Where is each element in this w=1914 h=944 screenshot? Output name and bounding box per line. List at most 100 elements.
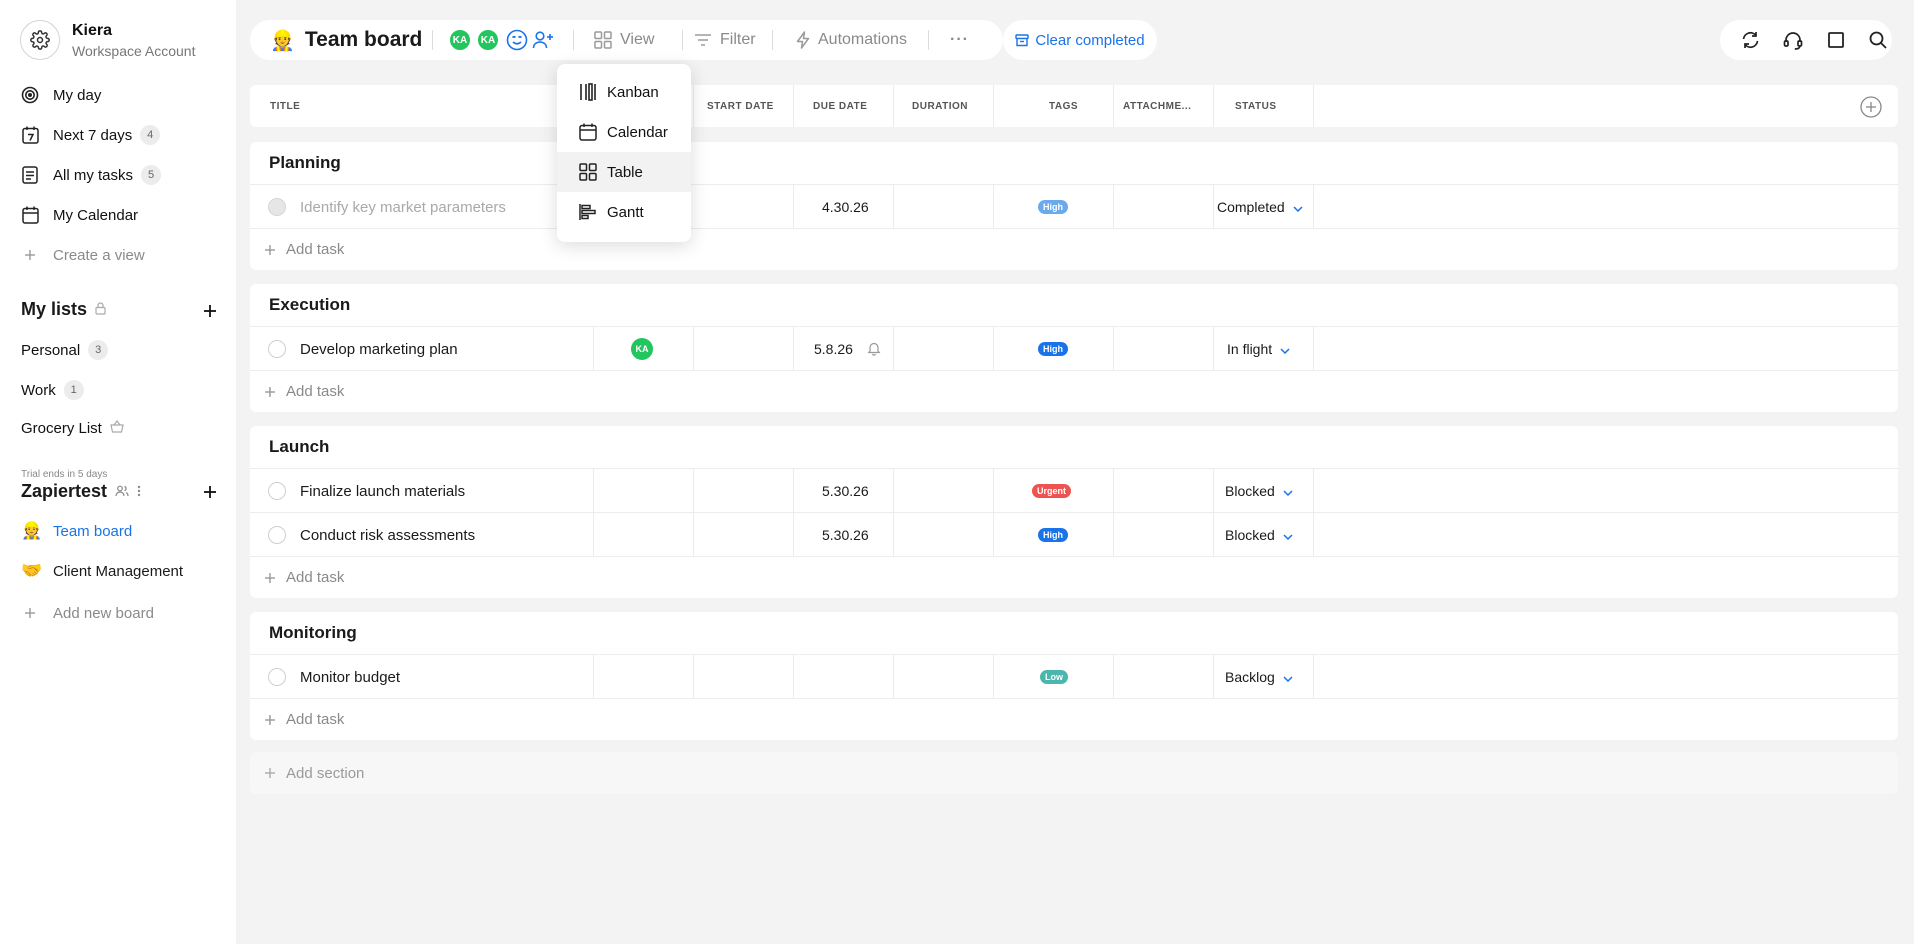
cell-divider	[1313, 469, 1314, 513]
sync-icon[interactable]	[1740, 30, 1760, 50]
tag-badge[interactable]: High	[1038, 528, 1068, 542]
view-option-table[interactable]: Table	[557, 152, 691, 192]
view-option-calendar[interactable]: Calendar	[557, 112, 691, 152]
board-title[interactable]: 👷 Team board	[270, 20, 422, 60]
cell-divider	[793, 513, 794, 557]
task-checkbox[interactable]	[268, 340, 286, 358]
cell-divider	[893, 327, 894, 371]
automations-button[interactable]: Automations	[796, 20, 907, 60]
calendar-7-icon	[21, 126, 39, 144]
due-date[interactable]: 5.30.26	[822, 469, 869, 513]
handshake-emoji-icon: 🤝	[21, 561, 43, 580]
column-header-due-date[interactable]: DUE DATE	[813, 85, 867, 127]
task-checkbox[interactable]	[268, 668, 286, 686]
members-icon[interactable]	[115, 481, 129, 502]
more-vertical-icon[interactable]	[137, 481, 141, 502]
board-item-client-management[interactable]: 🤝 Client Management	[21, 561, 183, 581]
filter-icon	[694, 33, 712, 47]
nav-all-my-tasks[interactable]: All my tasks 5	[21, 163, 162, 187]
view-button[interactable]: View	[594, 20, 654, 60]
add-member-icon[interactable]	[532, 30, 554, 54]
list-item-personal[interactable]: Personal 3	[21, 340, 109, 360]
task-checkbox[interactable]	[268, 198, 286, 216]
cell-divider	[1113, 513, 1114, 557]
task-title[interactable]: Monitor budget	[300, 655, 400, 699]
view-option-gantt[interactable]: Gantt	[557, 192, 691, 232]
task-title[interactable]: Conduct risk assessments	[300, 513, 475, 557]
tag-badge[interactable]: Urgent	[1032, 484, 1071, 498]
view-option-kanban[interactable]: Kanban	[557, 72, 691, 112]
tag-badge[interactable]: Low	[1040, 670, 1068, 684]
divider	[573, 30, 574, 50]
cell-divider	[1313, 655, 1314, 699]
calendar-icon	[579, 123, 597, 141]
assignee-avatar[interactable]: KA	[631, 338, 653, 360]
list-item-grocery[interactable]: Grocery List	[21, 420, 124, 437]
section-title[interactable]: Execution	[269, 284, 350, 326]
fullscreen-icon[interactable]	[1826, 30, 1846, 50]
task-checkbox[interactable]	[268, 482, 286, 500]
nav-next-7-days[interactable]: Next 7 days 4	[21, 123, 161, 147]
table-row[interactable]: Identify key market parameters 4.30.26 H…	[250, 184, 1898, 229]
cell-divider	[1113, 185, 1114, 229]
table-row[interactable]: Finalize launch materials 5.30.26 Urgent…	[250, 468, 1898, 513]
due-date[interactable]: 5.30.26	[822, 513, 869, 557]
due-date[interactable]: 5.8.26	[814, 327, 853, 371]
add-column-icon[interactable]	[1860, 96, 1882, 118]
search-icon[interactable]	[1868, 30, 1888, 50]
tag-badge[interactable]: High	[1038, 200, 1068, 214]
nav-create-view[interactable]: Create a view	[21, 243, 145, 267]
add-board-plus-button[interactable]	[200, 482, 220, 502]
add-task-row[interactable]: Add task	[250, 228, 1898, 270]
task-title[interactable]: Identify key market parameters	[300, 185, 506, 229]
avatar[interactable]: KA	[448, 28, 472, 52]
add-task-row[interactable]: Add task	[250, 370, 1898, 412]
table-row[interactable]: Monitor budget Low Backlog	[250, 654, 1898, 699]
due-date[interactable]: 4.30.26	[822, 185, 869, 229]
column-header-tags[interactable]: TAGS	[1049, 85, 1078, 127]
gear-icon[interactable]	[20, 20, 60, 60]
task-title[interactable]: Finalize launch materials	[300, 469, 465, 513]
add-section-button[interactable]: Add section	[250, 752, 1898, 794]
column-divider	[793, 85, 794, 127]
clear-completed-button[interactable]: Clear completed	[1003, 20, 1157, 60]
cell-divider	[993, 513, 994, 557]
status-dropdown[interactable]: Blocked	[1225, 513, 1293, 557]
nav-my-calendar[interactable]: My Calendar	[21, 203, 138, 227]
task-checkbox[interactable]	[268, 526, 286, 544]
column-header-title[interactable]: TITLE	[270, 85, 300, 127]
status-dropdown[interactable]: Backlog	[1225, 655, 1293, 699]
column-header-status[interactable]: STATUS	[1235, 85, 1277, 127]
add-task-row[interactable]: Add task	[250, 556, 1898, 598]
table-row[interactable]: Develop marketing plan KA 5.8.26 High In…	[250, 326, 1898, 371]
status-dropdown[interactable]: Completed	[1217, 185, 1303, 229]
smiley-group-icon[interactable]	[506, 29, 528, 55]
account-switcher[interactable]: Kiera Workspace Account	[20, 20, 195, 60]
tag-badge[interactable]: High	[1038, 342, 1068, 356]
nav-my-day[interactable]: My day	[21, 83, 101, 107]
more-options-button[interactable]: ···	[950, 20, 969, 60]
section-title[interactable]: Launch	[269, 426, 329, 468]
status-dropdown[interactable]: Blocked	[1225, 469, 1293, 513]
avatar[interactable]: KA	[476, 28, 500, 52]
filter-button[interactable]: Filter	[694, 20, 756, 60]
column-header-start-date[interactable]: START DATE	[707, 85, 774, 127]
list-item-work[interactable]: Work 1	[21, 380, 84, 400]
support-headset-icon[interactable]	[1783, 30, 1803, 50]
add-list-button[interactable]	[200, 301, 220, 321]
bell-icon[interactable]	[867, 341, 881, 360]
column-header-attachments[interactable]: ATTACHME...	[1123, 85, 1191, 127]
section-title[interactable]: Monitoring	[269, 612, 357, 654]
task-title[interactable]: Develop marketing plan	[300, 327, 458, 371]
section-title[interactable]: Planning	[269, 142, 341, 184]
chevron-down-icon	[1280, 341, 1290, 357]
column-header-duration[interactable]: DURATION	[912, 85, 968, 127]
add-task-row[interactable]: Add task	[250, 698, 1898, 740]
status-dropdown[interactable]: In flight	[1227, 327, 1290, 371]
cell-divider	[1213, 469, 1214, 513]
table-row[interactable]: Conduct risk assessments 5.30.26 High Bl…	[250, 512, 1898, 557]
plus-icon	[264, 714, 276, 726]
board-item-team-board[interactable]: 👷 Team board	[21, 521, 132, 541]
section-execution: Execution Develop marketing plan KA 5.8.…	[250, 284, 1898, 412]
add-new-board[interactable]: Add new board	[21, 601, 154, 625]
